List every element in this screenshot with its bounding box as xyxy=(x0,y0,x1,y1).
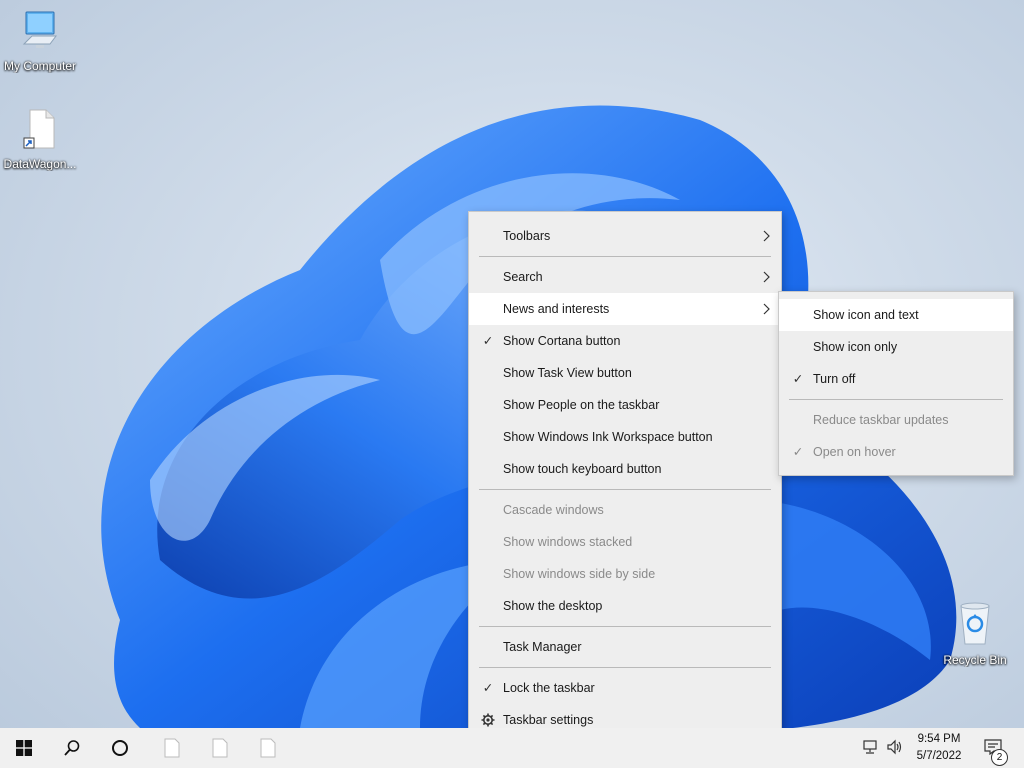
menu-item-label: Taskbar settings xyxy=(503,713,594,727)
desktop-icon-recycle-bin[interactable]: Recycle Bin xyxy=(935,600,1015,667)
volume-icon[interactable] xyxy=(886,738,904,756)
menu-item-label: Turn off xyxy=(813,372,856,386)
menu-item-label: News and interests xyxy=(503,302,610,316)
menu-item-show-task-view-button[interactable]: Show Task View button xyxy=(469,357,781,389)
submenu-item-open-on-hover: ✓ Open on hover xyxy=(779,436,1013,468)
checkmark-icon: ✓ xyxy=(482,334,494,348)
menu-item-label: Show Task View button xyxy=(503,366,632,380)
cortana-circle-icon xyxy=(112,740,128,756)
menu-separator xyxy=(479,626,771,627)
menu-item-label: Show icon and text xyxy=(813,308,919,322)
desktop-icon-my-computer[interactable]: My Computer xyxy=(0,10,80,73)
menu-item-show-windows-side-by-side: Show windows side by side xyxy=(469,558,781,590)
submenu-item-reduce-taskbar-updates: Reduce taskbar updates xyxy=(779,404,1013,436)
clock-time: 9:54 PM xyxy=(917,733,961,745)
menu-item-label: Cascade windows xyxy=(503,503,604,517)
blank-document-icon xyxy=(260,738,276,758)
menu-item-label: Show icon only xyxy=(813,340,898,354)
menu-item-show-windows-stacked: Show windows stacked xyxy=(469,526,781,558)
menu-item-label: Show the desktop xyxy=(503,599,603,613)
checkmark-icon: ✓ xyxy=(792,445,804,459)
blank-document-icon xyxy=(164,738,180,758)
gear-icon xyxy=(481,713,495,727)
clock-date: 5/7/2022 xyxy=(916,750,962,762)
cortana-button[interactable] xyxy=(96,728,144,768)
menu-item-show-touch-keyboard[interactable]: Show touch keyboard button xyxy=(469,453,781,485)
news-and-interests-submenu: Show icon and text Show icon only ✓ Turn… xyxy=(778,291,1014,476)
menu-item-cascade-windows: Cascade windows xyxy=(469,494,781,526)
menu-item-label: Show windows stacked xyxy=(503,535,633,549)
menu-item-search[interactable]: Search xyxy=(469,261,781,293)
submenu-item-turn-off[interactable]: ✓ Turn off xyxy=(779,363,1013,395)
menu-item-label: Reduce taskbar updates xyxy=(813,413,949,427)
submenu-item-show-icon-and-text[interactable]: Show icon and text xyxy=(779,299,1013,331)
menu-item-label: Task Manager xyxy=(503,640,582,654)
menu-item-label: Show People on the taskbar xyxy=(503,398,660,412)
menu-separator xyxy=(479,667,771,668)
submenu-item-show-icon-only[interactable]: Show icon only xyxy=(779,331,1013,363)
computer-icon xyxy=(22,11,57,48)
search-button[interactable] xyxy=(48,728,96,768)
menu-item-task-manager[interactable]: Task Manager xyxy=(469,631,781,663)
taskbar-app-1[interactable] xyxy=(148,728,196,768)
taskbar-clock[interactable]: 9:54 PM 5/7/2022 xyxy=(904,731,974,765)
menu-item-show-the-desktop[interactable]: Show the desktop xyxy=(469,590,781,622)
recycle-bin-icon xyxy=(960,602,990,645)
windows-logo-icon xyxy=(16,740,32,756)
menu-item-show-windows-ink[interactable]: Show Windows Ink Workspace button xyxy=(469,421,781,453)
menu-item-label: Search xyxy=(503,270,543,284)
taskbar[interactable]: 9:54 PM 5/7/2022 xyxy=(0,728,1024,768)
blank-document-icon xyxy=(212,738,228,758)
menu-item-label: Show Cortana button xyxy=(503,334,621,348)
taskbar-app-2[interactable] xyxy=(196,728,244,768)
checkmark-icon: ✓ xyxy=(792,372,804,386)
menu-item-label: Show touch keyboard button xyxy=(503,462,662,476)
taskbar-app-3[interactable] xyxy=(244,728,292,768)
notification-count-badge: 2 xyxy=(991,749,1008,766)
menu-item-label: Open on hover xyxy=(813,445,896,459)
menu-separator xyxy=(479,256,771,257)
chevron-right-icon xyxy=(763,303,770,315)
desktop-icon-label: My Computer xyxy=(3,59,77,73)
network-icon[interactable] xyxy=(862,738,880,756)
start-button[interactable] xyxy=(0,728,48,768)
menu-item-news-and-interests[interactable]: News and interests xyxy=(469,293,781,325)
document-shortcut-icon xyxy=(23,109,55,149)
menu-item-label: Show Windows Ink Workspace button xyxy=(503,430,713,444)
chevron-right-icon xyxy=(763,271,770,283)
search-icon xyxy=(64,740,80,756)
desktop-icon-datawagon[interactable]: DataWagon... xyxy=(0,108,80,171)
menu-separator xyxy=(789,399,1003,400)
menu-item-label: Lock the taskbar xyxy=(503,681,595,695)
chevron-right-icon xyxy=(763,230,770,242)
menu-item-show-cortana-button[interactable]: ✓ Show Cortana button xyxy=(469,325,781,357)
menu-item-show-people[interactable]: Show People on the taskbar xyxy=(469,389,781,421)
desktop-icon-label: Recycle Bin xyxy=(943,653,1007,667)
taskbar-context-menu: Toolbars Search News and interests ✓ Sho… xyxy=(468,211,782,745)
menu-item-toolbars[interactable]: Toolbars xyxy=(469,220,781,252)
menu-item-lock-the-taskbar[interactable]: ✓ Lock the taskbar xyxy=(469,672,781,704)
menu-item-label: Show windows side by side xyxy=(503,567,656,581)
menu-separator xyxy=(479,489,771,490)
checkmark-icon: ✓ xyxy=(482,681,494,695)
desktop-icon-label: DataWagon... xyxy=(3,157,77,171)
menu-item-label: Toolbars xyxy=(503,229,551,243)
